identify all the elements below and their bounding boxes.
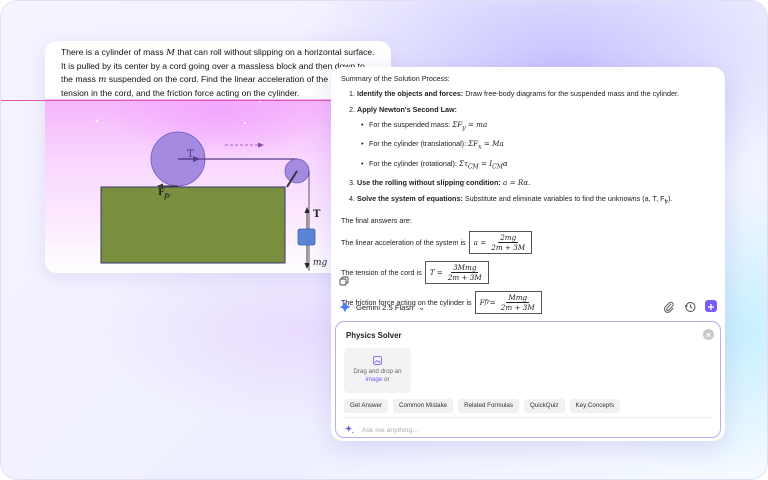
boxed-answer: T = 3Mmg 2m + 3M: [424, 261, 489, 285]
image-dropzone[interactable]: Drag and drop an image or: [344, 348, 411, 393]
close-icon[interactable]: [703, 329, 714, 340]
tension-label-cylinder: T: [187, 149, 194, 160]
model-name: Gemini 2.5 Flash: [356, 302, 414, 312]
chip-get-answer[interactable]: Get Answer: [344, 399, 388, 413]
answer-tension: The tension of the cord is T = 3Mmg 2m + 3…: [341, 260, 713, 286]
sparkle-icon: [344, 424, 356, 436]
step-2: 2. Apply Newton's Second Law:: [349, 105, 457, 114]
boxed-answer: Ffr = Mmg 2m + 3M: [474, 291, 542, 315]
ask-input[interactable]: Ask me anything...: [344, 424, 418, 436]
boxed-answer: a = 2mg 2m + 3M: [468, 231, 533, 255]
ask-placeholder: Ask me anything...: [362, 426, 418, 434]
bullet-cylinder-translational: For the cylinder (translational): ΣFx = …: [361, 138, 713, 152]
physics-solver-box: Physics Solver Drag and drop an image or…: [335, 321, 721, 438]
step-4: 4. Solve the system of equations: Substi…: [349, 194, 673, 206]
paperclip-icon[interactable]: [663, 300, 675, 313]
summary-label: Summary of the Solution Process:: [341, 74, 450, 83]
bullet-cylinder-rotational: For the cylinder (rotational): ΣτCM = IC…: [361, 158, 713, 172]
chip-quickquiz[interactable]: QuickQuiz: [523, 399, 565, 413]
image-upload-link[interactable]: image: [365, 376, 382, 383]
chip-related-formulas[interactable]: Related Formulas: [458, 399, 519, 413]
divider: [344, 417, 712, 418]
step-3: 3. Use the rolling without slipping cond…: [349, 178, 531, 188]
table-block: [100, 186, 286, 264]
copy-icon[interactable]: [339, 273, 349, 286]
chevron-down-icon: ⌄: [418, 302, 426, 312]
friction-label: Ffr: [158, 188, 171, 200]
answer-acceleration: The linear acceleration of the system is…: [341, 230, 713, 256]
bullet-suspended-mass: For the suspended mass: ΣFy = ma: [361, 119, 713, 133]
final-answers-label: The final answers are:: [341, 215, 412, 225]
quick-actions: Get Answer Common Mistake Related Formul…: [344, 399, 621, 413]
weight-label: mg: [313, 258, 328, 268]
solution-content: Summary of the Solution Process: 1. Iden…: [341, 73, 713, 316]
model-selector[interactable]: Gemini 2.5 Flash ⌄: [339, 301, 425, 313]
history-icon[interactable]: [684, 300, 696, 312]
gemini-sparkle-icon: [339, 301, 351, 313]
solution-panel: Summary of the Solution Process: 1. Iden…: [331, 67, 725, 441]
tension-label-hanging: T: [313, 209, 321, 220]
solver-title: Physics Solver: [346, 331, 402, 340]
step-1: 1. Identify the objects and forces: Draw…: [349, 89, 679, 98]
problem-statement: There is a cylinder of mass M that can r…: [61, 47, 375, 98]
chip-common-mistake[interactable]: Common Mistake: [392, 399, 454, 413]
panel-actions: [663, 300, 717, 313]
hanging-block: [297, 228, 316, 246]
new-chat-icon[interactable]: [705, 300, 717, 312]
app-background: There is a cylinder of mass M that can r…: [0, 0, 768, 480]
image-upload-icon: [373, 356, 382, 365]
chip-key-concepts[interactable]: Key Concepts: [569, 399, 621, 413]
newton-bullets: For the suspended mass: ΣFy = ma For the…: [361, 119, 713, 172]
